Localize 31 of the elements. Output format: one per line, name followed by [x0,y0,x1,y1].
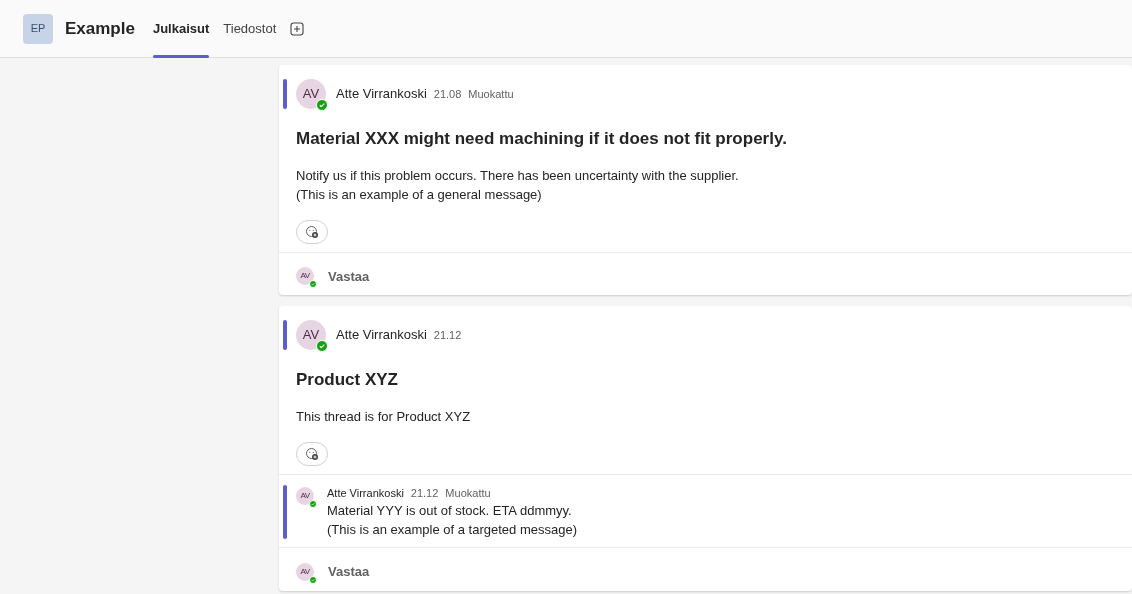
add-emoji-icon [305,446,319,461]
author-name: Atte Virrankoski [336,85,427,104]
user-avatar: AV [296,267,314,286]
user-avatar: AV [296,486,314,505]
edited-label: Muokattu [445,485,491,501]
user-avatar: AV [296,562,314,581]
message-text: Material YYY is out of stock. ETA ddmmyy. [327,502,573,520]
post-subject: Product XYZ [296,369,399,391]
message-text: (This is an example of a general message) [296,185,543,204]
author-name: Atte Virrankoski [327,485,404,501]
timestamp: 21.12 [410,485,439,501]
user-avatar: AV [296,320,326,350]
timestamp: 21.08 [433,86,462,102]
reply-button[interactable]: Vastaa [328,266,370,286]
message-text: This thread is for Product XYZ [296,407,472,426]
author-name: Atte Virrankoski [336,326,427,345]
add-emoji-icon [305,224,319,239]
message-text: (This is an example of a targeted message) [327,521,577,539]
team-avatar: EP [23,13,53,44]
reply-button[interactable]: Vastaa [328,562,370,582]
message-text: Notify us if this problem occurs. There has been uncertainty with the supplier. [296,166,740,185]
edited-label: Muokattu [468,86,514,102]
add-reaction-button[interactable] [296,441,328,466]
add-tab-icon[interactable] [290,21,305,36]
channel-tab[interactable]: Tiedostot [223,0,277,58]
timestamp: 21.12 [433,327,462,343]
user-avatar: AV [296,79,326,109]
add-reaction-button[interactable] [296,219,328,244]
post-subject: Material XXX might need machining if it does not fit properly. [296,128,788,150]
channel-tab[interactable]: Julkaisut [152,0,210,58]
team-name: Example [65,17,135,40]
